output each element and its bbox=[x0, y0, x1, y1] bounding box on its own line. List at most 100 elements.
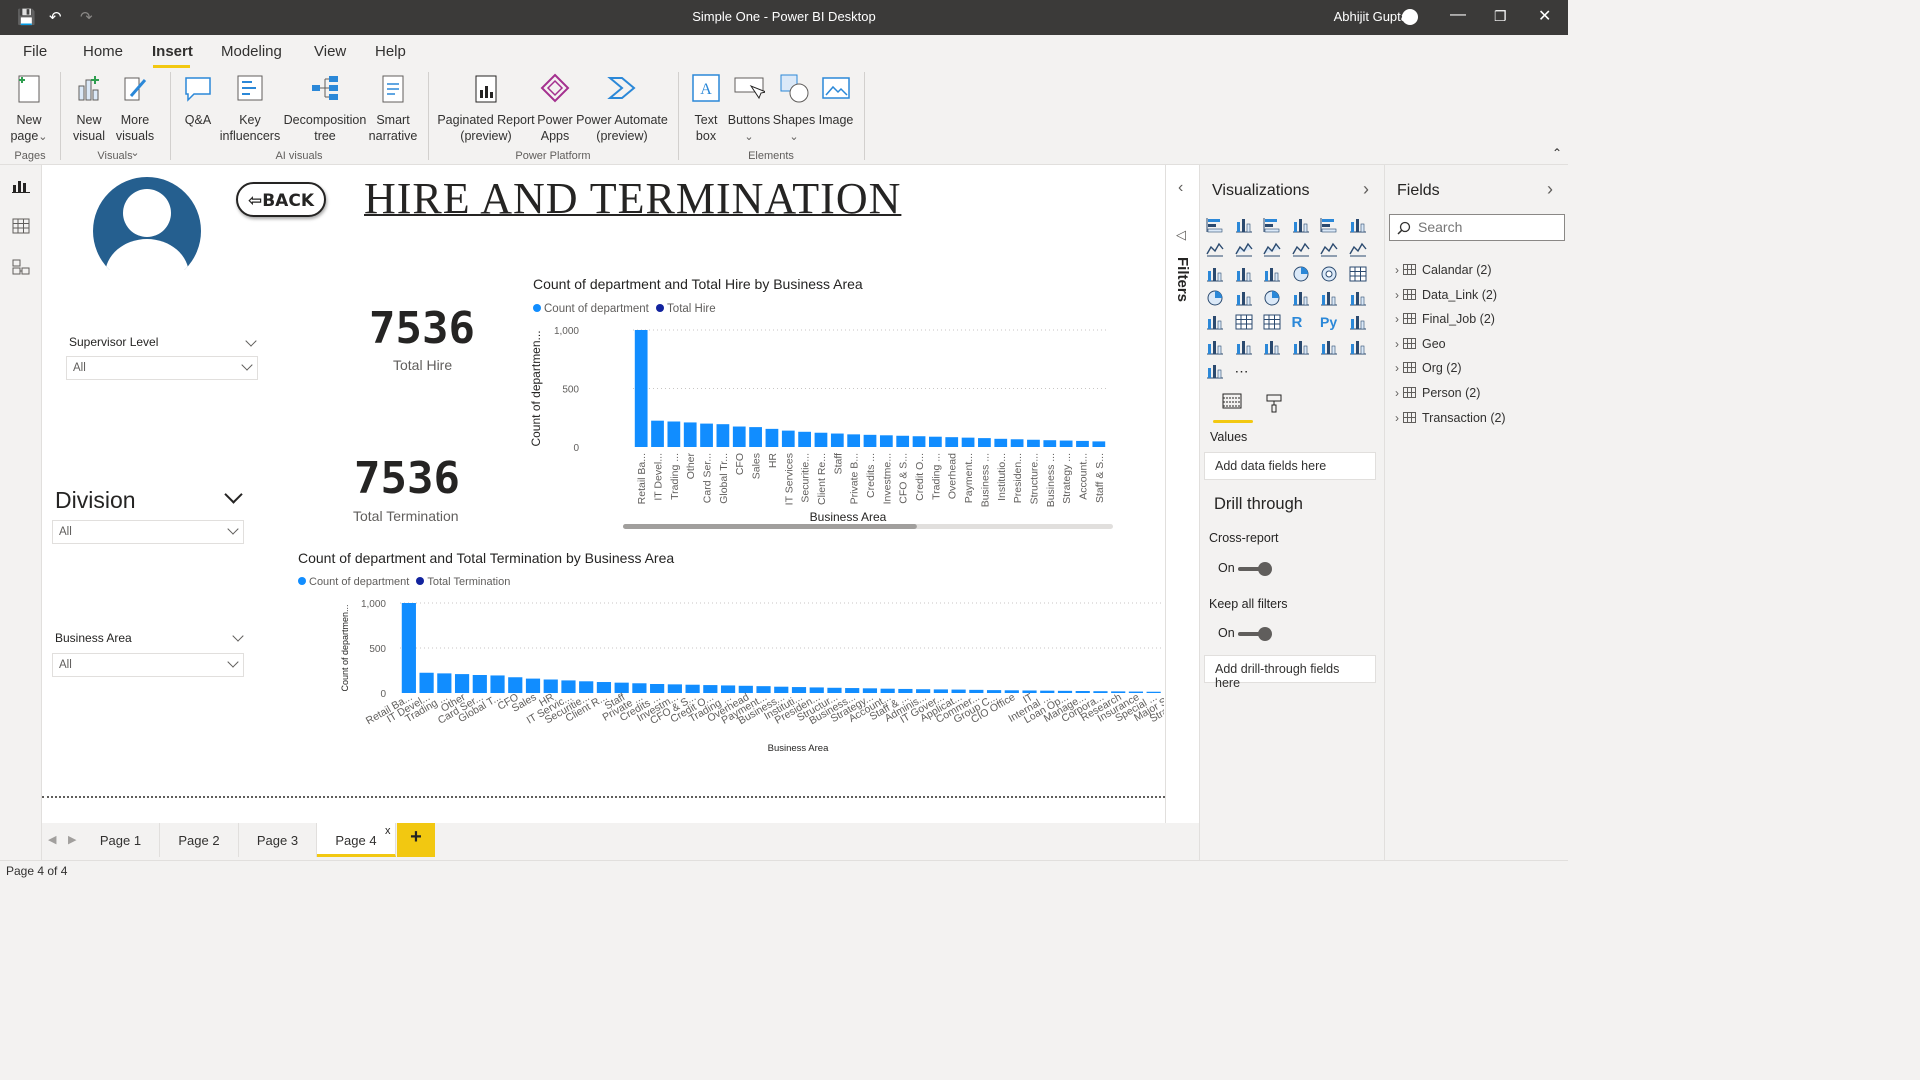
chart-bar[interactable] bbox=[543, 679, 558, 694]
multi-row-card-icon[interactable] bbox=[1320, 290, 1338, 306]
chart-bar[interactable] bbox=[1076, 440, 1089, 447]
chart-bar[interactable] bbox=[525, 678, 541, 693]
ribbon-chart-icon[interactable] bbox=[1348, 241, 1367, 257]
tab-view[interactable]: View bbox=[314, 43, 346, 60]
field-table-item[interactable]: › Data_Link (2) bbox=[1395, 288, 1497, 302]
search-input[interactable] bbox=[1418, 219, 1558, 235]
chart-bar[interactable] bbox=[896, 435, 910, 447]
scrollbar-thumb[interactable] bbox=[623, 524, 917, 529]
python-visual-icon[interactable]: Py bbox=[1320, 314, 1338, 330]
page-tab-2[interactable]: Page 2 bbox=[160, 823, 239, 857]
100-bar-icon[interactable] bbox=[1320, 217, 1338, 233]
smart-narrative-icon[interactable] bbox=[1263, 339, 1281, 355]
values-drop-well[interactable]: Add data fields here bbox=[1204, 452, 1376, 480]
stacked-bar-icon[interactable] bbox=[1206, 217, 1224, 233]
chevron-down-icon[interactable] bbox=[232, 630, 244, 642]
waterfall-icon[interactable] bbox=[1206, 266, 1224, 282]
power-apps-icon[interactable] bbox=[1349, 339, 1367, 355]
decomposition-tree-icon[interactable] bbox=[1206, 339, 1224, 355]
field-table-item[interactable]: › Org (2) bbox=[1395, 361, 1462, 375]
chart-bar[interactable] bbox=[945, 437, 959, 447]
filters-pane-collapsed[interactable]: ‹ ◁ Filters bbox=[1165, 165, 1199, 823]
chart-bar[interactable] bbox=[749, 427, 762, 447]
avatar[interactable] bbox=[1402, 9, 1418, 25]
field-table-item[interactable]: › Transaction (2) bbox=[1395, 411, 1506, 425]
user-name[interactable]: Abhijit Gupta bbox=[1334, 9, 1408, 24]
field-table-item[interactable]: › Person (2) bbox=[1395, 386, 1480, 400]
100-column-icon[interactable] bbox=[1349, 217, 1367, 233]
model-view-icon[interactable] bbox=[12, 259, 30, 275]
chart-bar[interactable] bbox=[1059, 440, 1073, 447]
chart-bar[interactable] bbox=[863, 434, 877, 447]
format-paint-roller-icon[interactable] bbox=[1265, 393, 1283, 413]
chart-bar[interactable] bbox=[798, 431, 811, 447]
collapse-fields-icon[interactable]: › bbox=[1547, 179, 1553, 200]
paginated-visual-icon[interactable] bbox=[1292, 339, 1310, 355]
chart-bar[interactable] bbox=[634, 330, 648, 447]
chart-bar[interactable] bbox=[437, 673, 452, 693]
collapse-ribbon-icon[interactable]: ⌃ bbox=[1552, 146, 1562, 160]
power-apps-button[interactable]: Power Apps bbox=[535, 72, 575, 144]
chart-bar[interactable] bbox=[879, 435, 893, 447]
chart-bar[interactable] bbox=[912, 436, 926, 447]
close-icon[interactable]: ✕ bbox=[1538, 6, 1551, 26]
chevron-down-icon[interactable] bbox=[245, 335, 257, 347]
fields-search-box[interactable] bbox=[1389, 214, 1565, 241]
pie-chart-icon[interactable] bbox=[1292, 266, 1310, 282]
scroll-left-icon[interactable]: ◀ bbox=[48, 833, 56, 846]
stacked-area-icon[interactable] bbox=[1263, 241, 1281, 257]
stacked-column-icon[interactable] bbox=[1235, 217, 1253, 233]
chart-bar[interactable] bbox=[454, 674, 470, 693]
termination-bar-chart[interactable]: Count of departmen... 1,0005000Retail Ba.… bbox=[294, 593, 1164, 759]
clustered-column-icon[interactable] bbox=[1292, 217, 1310, 233]
card-icon[interactable] bbox=[1292, 290, 1310, 306]
treemap-icon[interactable] bbox=[1349, 266, 1367, 282]
chart-bar[interactable] bbox=[756, 686, 771, 693]
field-table-item[interactable]: › Calandar (2) bbox=[1395, 263, 1491, 277]
gauge-icon[interactable] bbox=[1263, 290, 1281, 306]
chart-bar[interactable] bbox=[978, 438, 991, 447]
buttons-button[interactable]: Buttons ⌄ bbox=[727, 72, 771, 145]
more-visuals-icon[interactable]: ⋯ bbox=[1235, 363, 1253, 379]
chart-bar[interactable] bbox=[472, 675, 487, 693]
chart-bar[interactable] bbox=[508, 677, 523, 693]
chart-bar[interactable] bbox=[700, 423, 713, 447]
chart-bar[interactable] bbox=[1043, 440, 1057, 447]
chart-bar[interactable] bbox=[561, 680, 576, 693]
chart-bar[interactable] bbox=[738, 685, 753, 693]
key-influencers-button[interactable]: Key influencers bbox=[219, 72, 281, 144]
chart-bar[interactable] bbox=[720, 685, 736, 693]
hire-bar-chart[interactable]: Count of departmen... 1,000 500 0 Retail Ba.… bbox=[530, 319, 1120, 535]
text-box-button[interactable]: A Text box bbox=[686, 72, 726, 144]
chart-bar[interactable] bbox=[419, 672, 434, 693]
qa-icon[interactable] bbox=[1235, 339, 1253, 355]
chart-bar[interactable] bbox=[614, 682, 629, 693]
chart-bar[interactable] bbox=[961, 437, 975, 447]
tab-insert[interactable]: Insert bbox=[152, 43, 193, 60]
report-canvas[interactable]: ⇦BACK HIRE AND TERMINATION 7536 Total Hi… bbox=[42, 165, 1165, 823]
decomposition-tree-button[interactable]: Decomposition tree bbox=[283, 72, 367, 144]
page-tab-1[interactable]: Page 1 bbox=[82, 823, 160, 857]
table-icon[interactable] bbox=[1235, 314, 1253, 330]
scroll-right-icon[interactable]: ▶ bbox=[68, 833, 76, 846]
chart-bar[interactable] bbox=[667, 684, 682, 693]
minimize-icon[interactable]: — bbox=[1450, 6, 1466, 24]
area-chart-icon[interactable] bbox=[1234, 241, 1253, 257]
field-table-item[interactable]: › Geo bbox=[1395, 337, 1446, 351]
arcgis-icon[interactable] bbox=[1320, 339, 1338, 355]
paginated-report-button[interactable]: Paginated Report (preview) bbox=[436, 72, 536, 144]
restore-icon[interactable]: ❐ bbox=[1494, 8, 1507, 25]
chart-bar[interactable] bbox=[490, 675, 505, 693]
chart-bar[interactable] bbox=[1010, 439, 1024, 447]
chart-bar[interactable] bbox=[994, 438, 1008, 447]
chart-bar[interactable] bbox=[579, 681, 594, 693]
cross-report-toggle[interactable] bbox=[1238, 562, 1272, 576]
report-view-icon[interactable] bbox=[12, 177, 30, 193]
chart-bar[interactable] bbox=[765, 428, 779, 447]
chart-bar[interactable] bbox=[929, 436, 942, 447]
collapse-visualizations-icon[interactable]: › bbox=[1363, 179, 1369, 200]
r-visual-icon[interactable]: R bbox=[1292, 314, 1310, 331]
chart-bar[interactable] bbox=[683, 422, 697, 447]
data-view-icon[interactable] bbox=[12, 218, 30, 234]
donut-chart-icon[interactable] bbox=[1320, 266, 1338, 282]
